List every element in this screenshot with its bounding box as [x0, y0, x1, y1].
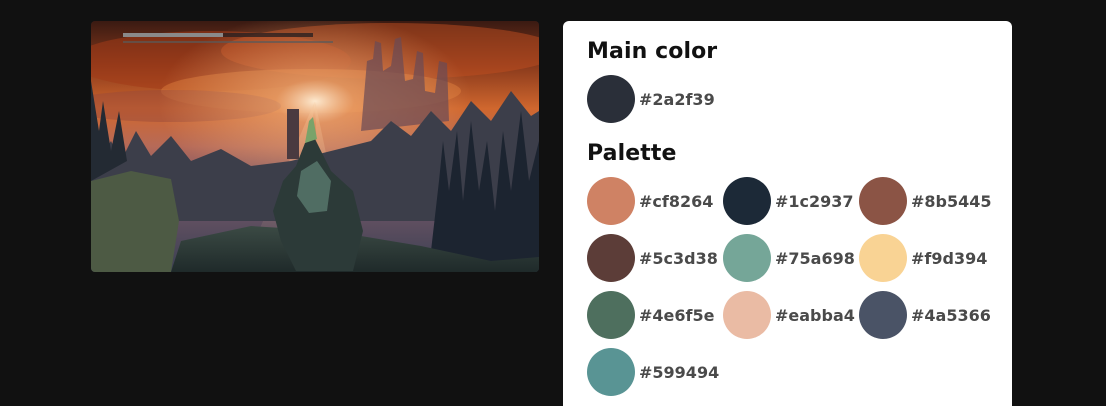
swatch-hex[interactable]: #4e6f5e	[639, 306, 714, 325]
main-color-heading: Main color	[587, 39, 718, 64]
swatch-hex[interactable]: #f9d394	[911, 249, 987, 268]
color-extractor-page: Main color #2a2f39 Palette #cf8264 #1c29…	[0, 0, 1106, 406]
swatch-hex[interactable]: #4a5366	[911, 306, 991, 325]
swatch-dot[interactable]	[723, 234, 771, 282]
palette-swatch[interactable]: #eabba4	[723, 291, 859, 339]
palette-card: Main color #2a2f39 Palette #cf8264 #1c29…	[563, 21, 1012, 406]
swatch-dot[interactable]	[587, 234, 635, 282]
swatch-dot[interactable]	[587, 177, 635, 225]
palette-swatch[interactable]: #f9d394	[859, 234, 995, 282]
palette-swatch[interactable]: #4e6f5e	[587, 291, 723, 339]
palette-swatch[interactable]: #cf8264	[587, 177, 723, 225]
palette-swatch[interactable]: #4a5366	[859, 291, 995, 339]
swatch-dot[interactable]	[723, 291, 771, 339]
main-color-swatch[interactable]: #2a2f39	[587, 75, 988, 123]
swatch-hex[interactable]: #599494	[639, 363, 719, 382]
swatch-hex[interactable]: #eabba4	[775, 306, 855, 325]
uploaded-image-preview	[91, 21, 539, 272]
main-color-dot[interactable]	[587, 75, 635, 123]
swatch-dot[interactable]	[859, 291, 907, 339]
swatch-hex[interactable]: #1c2937	[775, 192, 854, 211]
palette-swatch[interactable]: #75a698	[723, 234, 859, 282]
swatch-hex[interactable]: #75a698	[775, 249, 855, 268]
main-color-hex[interactable]: #2a2f39	[639, 90, 715, 109]
swatch-hex[interactable]: #5c3d38	[639, 249, 718, 268]
palette-grid: #cf8264 #1c2937 #8b5445 #5c3d38 #75a698 …	[587, 177, 992, 396]
landscape-image	[91, 21, 539, 272]
swatch-hex[interactable]: #cf8264	[639, 192, 713, 211]
swatch-dot[interactable]	[587, 291, 635, 339]
palette-swatch[interactable]: #5c3d38	[587, 234, 723, 282]
swatch-dot[interactable]	[859, 177, 907, 225]
swatch-dot[interactable]	[723, 177, 771, 225]
swatch-hex[interactable]: #8b5445	[911, 192, 992, 211]
palette-swatch[interactable]: #599494	[587, 348, 723, 396]
swatch-dot[interactable]	[859, 234, 907, 282]
palette-swatch[interactable]: #8b5445	[859, 177, 995, 225]
swatch-dot[interactable]	[587, 348, 635, 396]
palette-swatch[interactable]: #1c2937	[723, 177, 859, 225]
palette-heading: Palette	[587, 141, 677, 166]
